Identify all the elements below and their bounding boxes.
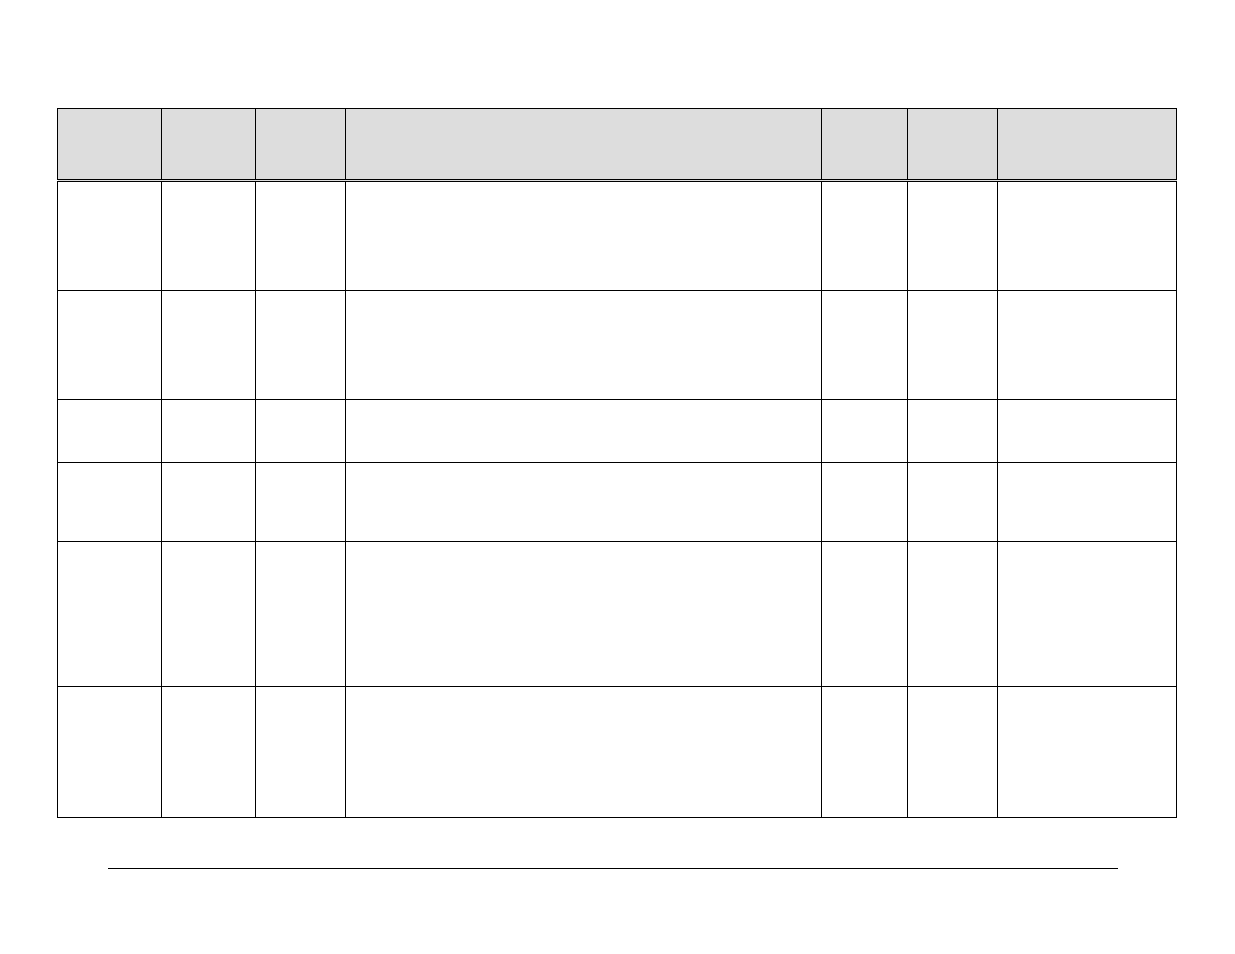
cell (58, 291, 162, 400)
cell (58, 542, 162, 687)
table-header-row (58, 109, 1177, 181)
cell (822, 542, 908, 687)
table-row (58, 687, 1177, 818)
cell (162, 400, 256, 463)
cell (822, 687, 908, 818)
col-header-7 (998, 109, 1177, 181)
col-header-2 (162, 109, 256, 181)
cell (908, 542, 998, 687)
cell (162, 687, 256, 818)
cell (346, 463, 822, 542)
cell (256, 181, 346, 291)
cell (58, 463, 162, 542)
cell (256, 400, 346, 463)
cell (908, 291, 998, 400)
table-row (58, 181, 1177, 291)
col-header-1 (58, 109, 162, 181)
cell (346, 687, 822, 818)
cell (162, 291, 256, 400)
cell (346, 181, 822, 291)
cell (998, 463, 1177, 542)
cell (822, 181, 908, 291)
col-header-6 (908, 109, 998, 181)
cell (998, 291, 1177, 400)
cell (256, 463, 346, 542)
cell (162, 181, 256, 291)
data-table (57, 108, 1177, 818)
col-header-4 (346, 109, 822, 181)
cell (58, 181, 162, 291)
page (0, 0, 1235, 954)
cell (998, 181, 1177, 291)
cell (998, 542, 1177, 687)
cell (256, 687, 346, 818)
cell (256, 291, 346, 400)
cell (58, 400, 162, 463)
cell (908, 181, 998, 291)
cell (346, 291, 822, 400)
cell (908, 687, 998, 818)
cell (908, 463, 998, 542)
cell (58, 687, 162, 818)
footer-divider (108, 868, 1118, 869)
cell (162, 542, 256, 687)
cell (822, 291, 908, 400)
col-header-3 (256, 109, 346, 181)
cell (162, 463, 256, 542)
table-row (58, 463, 1177, 542)
cell (908, 400, 998, 463)
cell (346, 400, 822, 463)
cell (822, 463, 908, 542)
cell (346, 542, 822, 687)
cell (998, 400, 1177, 463)
table-container (57, 108, 1176, 818)
table-row (58, 542, 1177, 687)
cell (998, 687, 1177, 818)
cell (822, 400, 908, 463)
cell (256, 542, 346, 687)
col-header-5 (822, 109, 908, 181)
table-row (58, 291, 1177, 400)
table-row (58, 400, 1177, 463)
